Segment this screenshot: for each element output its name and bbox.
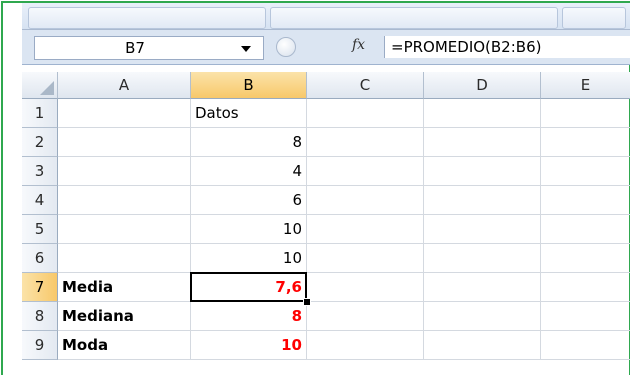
cell-a8[interactable]: Mediana: [58, 302, 191, 331]
cell-c8[interactable]: [307, 302, 424, 331]
cell-c9[interactable]: [307, 331, 424, 360]
row-header-8[interactable]: 8: [22, 302, 58, 331]
formula-text: =PROMEDIO(B2:B6): [391, 38, 542, 56]
formula-input[interactable]: =PROMEDIO(B2:B6): [384, 36, 630, 58]
cell-d6[interactable]: [424, 244, 541, 273]
cell-c3[interactable]: [307, 157, 424, 186]
cell-c6[interactable]: [307, 244, 424, 273]
cell-c4[interactable]: [307, 186, 424, 215]
cell-c2[interactable]: [307, 128, 424, 157]
ribbon-strip: [22, 3, 630, 30]
formula-bar: B7 fx =PROMEDIO(B2:B6): [22, 30, 630, 65]
row-header-7[interactable]: 7: [22, 273, 58, 302]
cell-a6[interactable]: [58, 244, 191, 273]
cell-e3[interactable]: [541, 157, 630, 186]
cell-d3[interactable]: [424, 157, 541, 186]
cell-a5[interactable]: [58, 215, 191, 244]
cell-b5[interactable]: 10: [191, 215, 307, 244]
cell-c5[interactable]: [307, 215, 424, 244]
select-all-corner[interactable]: [22, 72, 58, 99]
column-header-d[interactable]: D: [424, 72, 541, 99]
cell-e7[interactable]: [541, 273, 630, 302]
cell-b2[interactable]: 8: [191, 128, 307, 157]
column-header-a[interactable]: A: [58, 72, 191, 99]
cell-e8[interactable]: [541, 302, 630, 331]
column-header-c[interactable]: C: [307, 72, 424, 99]
row-header-5[interactable]: 5: [22, 215, 58, 244]
cell-a7[interactable]: Media: [58, 273, 191, 302]
ribbon-group[interactable]: [28, 7, 266, 29]
cell-b9[interactable]: 10: [191, 331, 307, 360]
cell-c7[interactable]: [307, 273, 424, 302]
cell-e6[interactable]: [541, 244, 630, 273]
cell-e9[interactable]: [541, 331, 630, 360]
name-box[interactable]: B7: [34, 36, 264, 60]
fill-handle[interactable]: [303, 298, 311, 306]
cell-a9[interactable]: Moda: [58, 331, 191, 360]
row-header-3[interactable]: 3: [22, 157, 58, 186]
name-box-value: B7: [125, 39, 145, 57]
cell-a4[interactable]: [58, 186, 191, 215]
cell-e2[interactable]: [541, 128, 630, 157]
cell-d9[interactable]: [424, 331, 541, 360]
cell-b8[interactable]: 8: [191, 302, 307, 331]
row-header-6[interactable]: 6: [22, 244, 58, 273]
ribbon-group[interactable]: [562, 7, 626, 29]
cell-c1[interactable]: [307, 99, 424, 128]
cancel-circle-icon[interactable]: [276, 37, 296, 57]
cell-d5[interactable]: [424, 215, 541, 244]
cell-d7[interactable]: [424, 273, 541, 302]
row-header-2[interactable]: 2: [22, 128, 58, 157]
cell-d4[interactable]: [424, 186, 541, 215]
select-all-triangle-icon: [40, 81, 54, 95]
row-header-9[interactable]: 9: [22, 331, 58, 360]
cell-a2[interactable]: [58, 128, 191, 157]
formula-buttons: fx: [270, 36, 378, 58]
insert-function-icon[interactable]: fx: [352, 37, 365, 53]
column-header-b[interactable]: B: [191, 72, 307, 99]
cell-b4[interactable]: 6: [191, 186, 307, 215]
cell-e4[interactable]: [541, 186, 630, 215]
cell-b1[interactable]: Datos: [191, 99, 307, 128]
cell-b3[interactable]: 4: [191, 157, 307, 186]
cell-a1[interactable]: [58, 99, 191, 128]
cell-e5[interactable]: [541, 215, 630, 244]
cell-d8[interactable]: [424, 302, 541, 331]
cell-a3[interactable]: [58, 157, 191, 186]
cell-d2[interactable]: [424, 128, 541, 157]
cell-b6[interactable]: 10: [191, 244, 307, 273]
cell-d1[interactable]: [424, 99, 541, 128]
spreadsheet-grid: A B C D E 1 Datos 2 8 3 4 4 6 5 10 6 10 7 Media 7,6 8 Mediana…: [22, 72, 630, 374]
column-header-e[interactable]: E: [541, 72, 630, 99]
ribbon-group[interactable]: [270, 7, 558, 29]
row-header-4[interactable]: 4: [22, 186, 58, 215]
cell-b7[interactable]: 7,6: [191, 273, 307, 302]
row-header-1[interactable]: 1: [22, 99, 58, 128]
chevron-down-icon[interactable]: [241, 46, 251, 52]
cell-e1[interactable]: [541, 99, 630, 128]
